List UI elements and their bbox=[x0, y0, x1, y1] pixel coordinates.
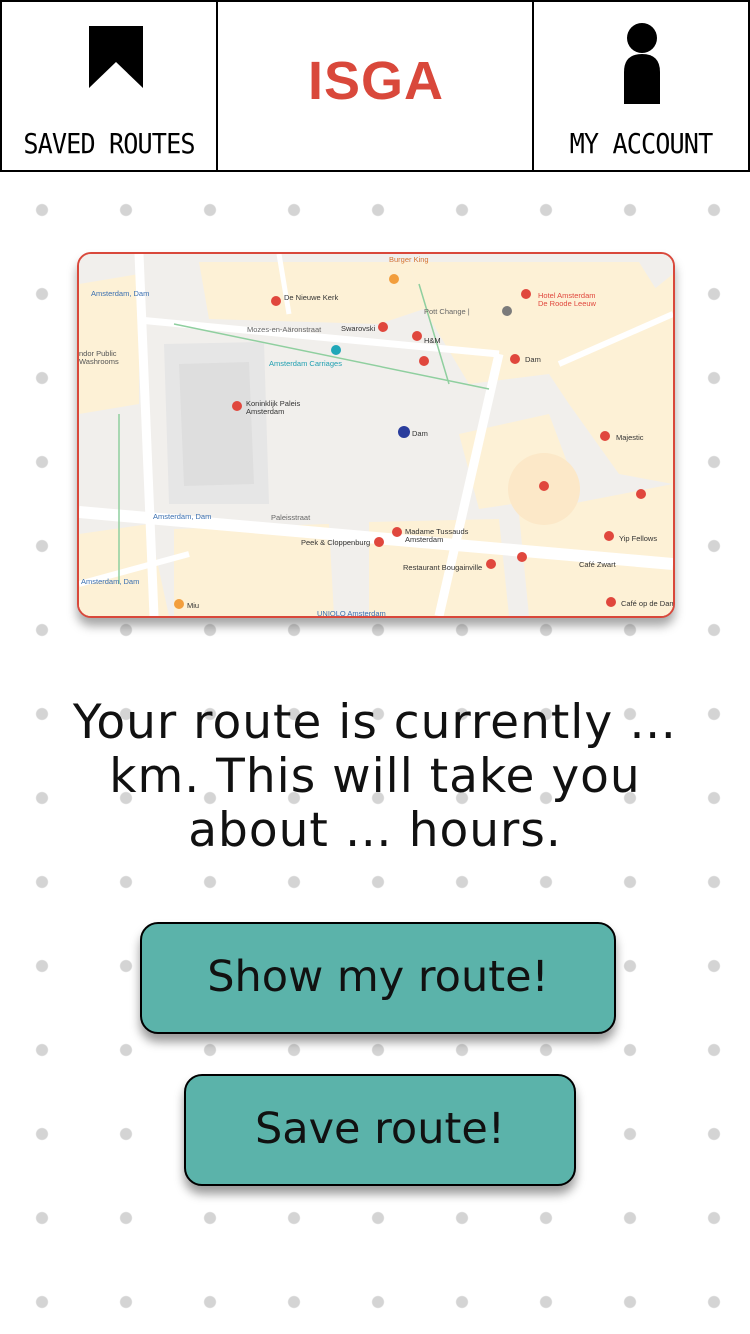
svg-text:Amsterdam Carriages: Amsterdam Carriages bbox=[269, 359, 342, 368]
saved-routes-tab[interactable]: SAVED ROUTES bbox=[0, 2, 218, 170]
save-route-button[interactable]: Save route! bbox=[184, 1074, 576, 1186]
svg-text:Amsterdam, Dam: Amsterdam, Dam bbox=[81, 577, 139, 586]
svg-text:Café op de Dam: Café op de Dam bbox=[621, 599, 673, 608]
logo-cell: ISGA bbox=[218, 2, 534, 170]
map-canvas[interactable]: De Nieuwe Kerk Swarovski H&M Amsterdam C… bbox=[79, 254, 673, 616]
svg-text:De Roode Leeuw: De Roode Leeuw bbox=[538, 299, 597, 308]
svg-text:Miu: Miu bbox=[187, 601, 199, 610]
svg-text:Amsterdam, Dam: Amsterdam, Dam bbox=[91, 289, 149, 298]
show-route-button[interactable]: Show my route! bbox=[140, 922, 616, 1034]
svg-text:Café Zwart: Café Zwart bbox=[579, 560, 617, 569]
svg-text:UNIQLO Amsterdam: UNIQLO Amsterdam bbox=[317, 609, 386, 616]
svg-text:Dam: Dam bbox=[412, 429, 428, 438]
route-map[interactable]: De Nieuwe Kerk Swarovski H&M Amsterdam C… bbox=[77, 252, 675, 618]
svg-text:Pott Change |: Pott Change | bbox=[424, 307, 470, 316]
svg-text:Amsterdam, Dam: Amsterdam, Dam bbox=[153, 512, 211, 521]
svg-text:Peek & Cloppenburg: Peek & Cloppenburg bbox=[301, 538, 370, 547]
svg-text:Swarovski: Swarovski bbox=[341, 324, 376, 333]
bookmark-icon bbox=[89, 26, 143, 88]
saved-routes-label: SAVED ROUTES bbox=[23, 127, 195, 160]
svg-text:H&M: H&M bbox=[424, 336, 441, 345]
svg-text:Burger King: Burger King bbox=[389, 255, 429, 264]
svg-text:Dam: Dam bbox=[525, 355, 541, 364]
svg-text:Yip Fellows: Yip Fellows bbox=[619, 534, 657, 543]
my-account-label: MY ACCOUNT bbox=[569, 127, 714, 160]
svg-text:Majestic: Majestic bbox=[616, 433, 644, 442]
svg-text:Restaurant Bougainville: Restaurant Bougainville bbox=[403, 563, 482, 572]
svg-text:Amsterdam: Amsterdam bbox=[246, 407, 284, 416]
svg-text:Amsterdam: Amsterdam bbox=[405, 535, 443, 544]
svg-text:De Nieuwe Kerk: De Nieuwe Kerk bbox=[284, 293, 338, 302]
person-icon bbox=[624, 23, 660, 104]
app-logo: ISGA bbox=[307, 51, 445, 111]
route-summary-text: Your route is currently … km. This will … bbox=[72, 695, 678, 858]
svg-text:Paleisstraat: Paleisstraat bbox=[271, 513, 311, 522]
svg-text:Mozes-en-Aäronstraat: Mozes-en-Aäronstraat bbox=[247, 325, 322, 334]
svg-text:Washrooms: Washrooms bbox=[79, 357, 119, 366]
